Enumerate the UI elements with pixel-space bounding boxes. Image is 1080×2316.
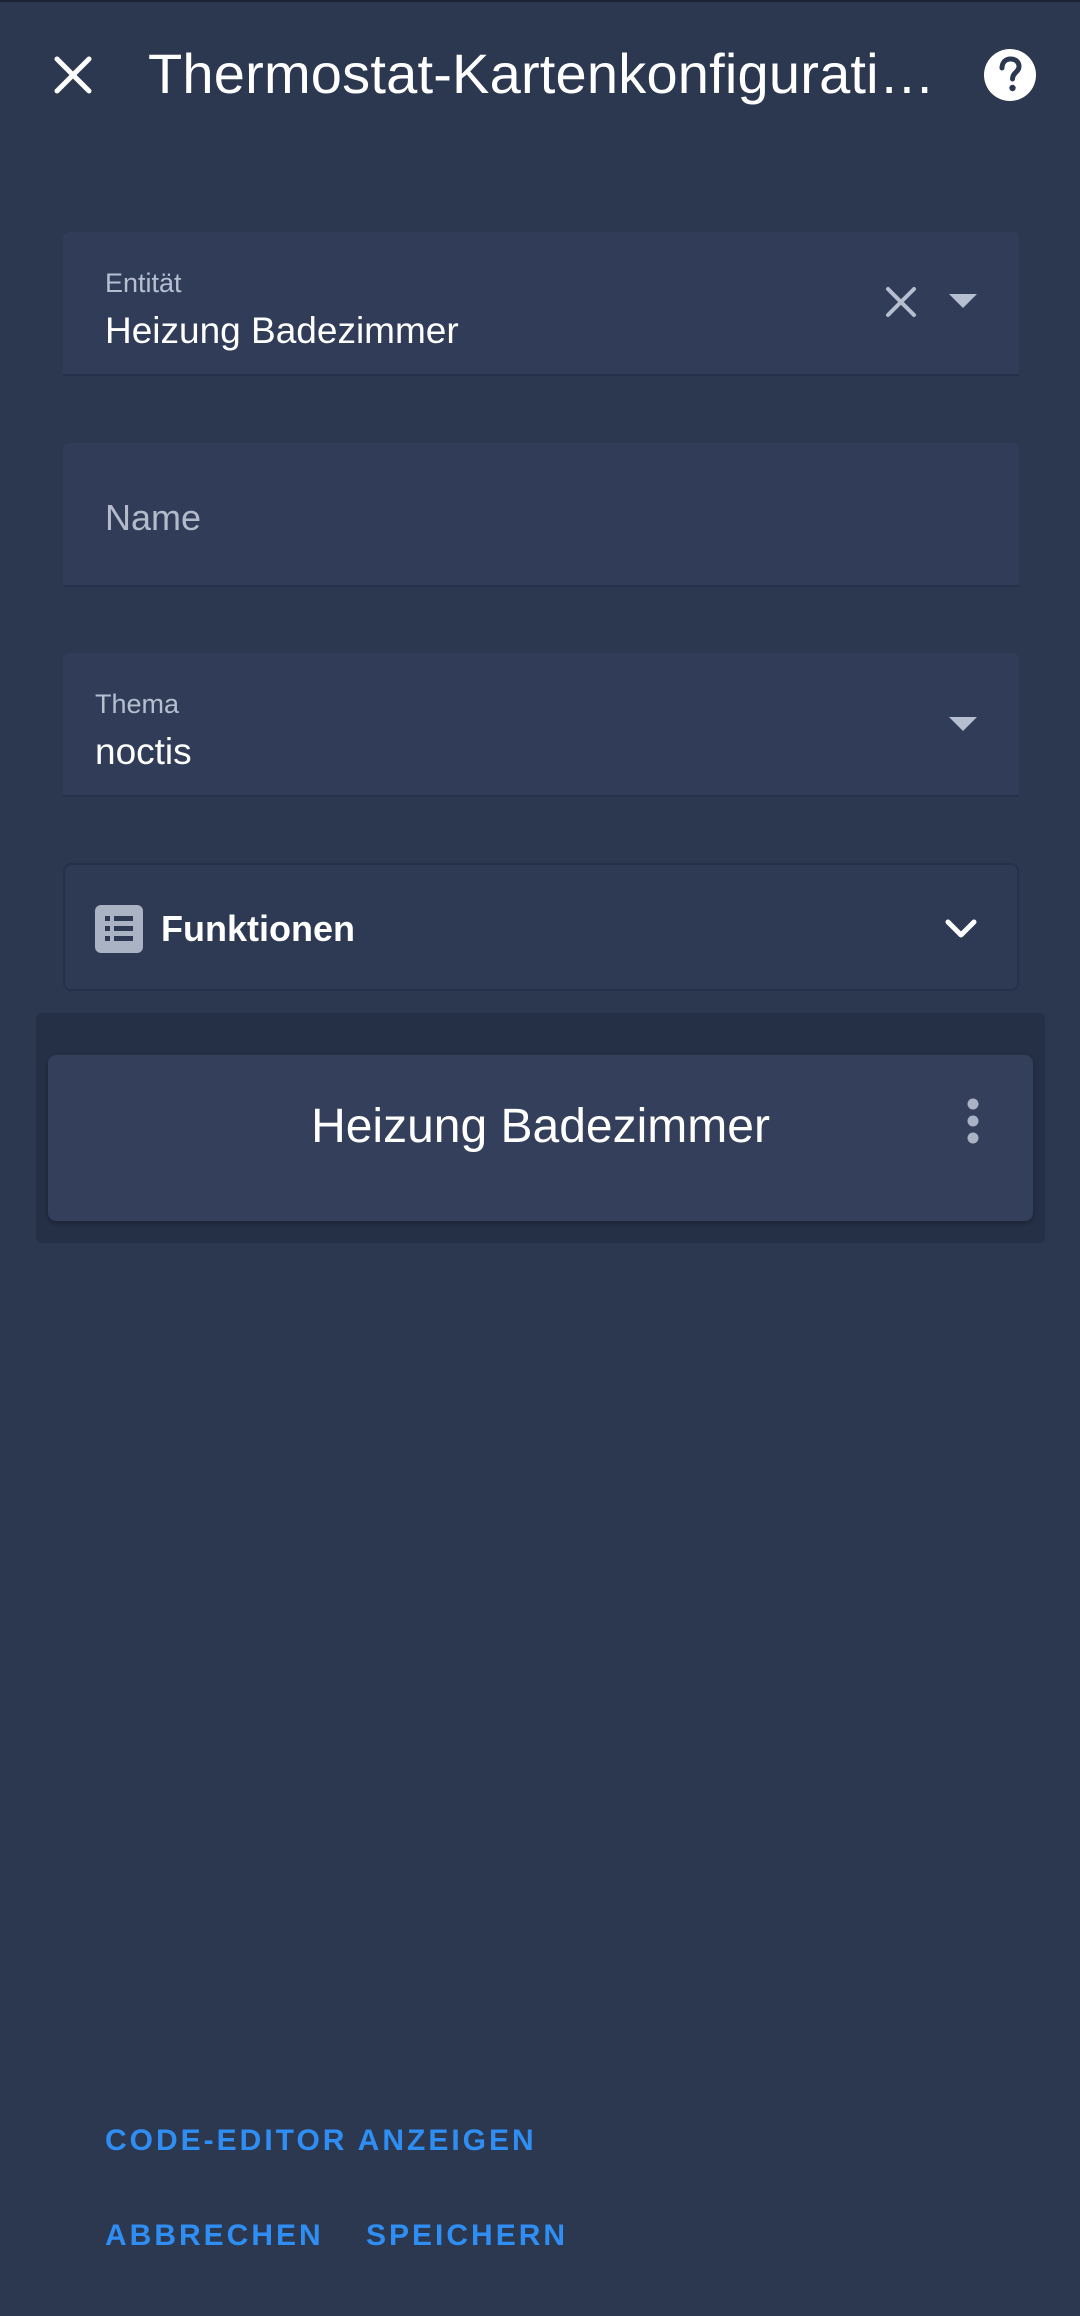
theme-select-label: Thema bbox=[95, 689, 180, 719]
clear-icon bbox=[886, 287, 916, 317]
dropdown-arrow-icon bbox=[949, 294, 977, 308]
help-icon bbox=[984, 49, 1036, 101]
entity-field-value[interactable]: Heizung Badezimmer bbox=[105, 310, 459, 352]
help-button[interactable] bbox=[975, 40, 1045, 110]
close-icon bbox=[54, 56, 92, 94]
list-icon bbox=[95, 905, 143, 953]
name-field-placeholder[interactable]: Name bbox=[105, 497, 201, 539]
theme-select-value: noctis bbox=[95, 731, 192, 772]
features-expander[interactable]: Funktionen bbox=[63, 863, 1019, 991]
entity-field[interactable]: Entität Heizung Badezimmer bbox=[63, 232, 1019, 376]
entity-dropdown-button[interactable] bbox=[935, 274, 991, 330]
entity-field-label: Entität bbox=[105, 268, 182, 298]
chevron-down-icon bbox=[945, 919, 977, 938]
card-menu-button[interactable] bbox=[953, 1091, 993, 1151]
save-button[interactable]: SPEICHERN bbox=[366, 2219, 568, 2253]
card-preview-area: Heizung Badezimmer bbox=[36, 1013, 1045, 1243]
expand-features-button[interactable] bbox=[933, 901, 989, 957]
cancel-button[interactable]: ABBRECHEN bbox=[105, 2219, 324, 2253]
dialog-header: Thermostat-Kartenkonfiguration bbox=[0, 0, 1080, 150]
features-label: Funktionen bbox=[161, 908, 355, 949]
more-vertical-icon bbox=[967, 1098, 979, 1144]
theme-dropdown-button[interactable] bbox=[935, 697, 991, 753]
show-code-editor-button[interactable]: CODE-EDITOR ANZEIGEN bbox=[105, 2124, 537, 2158]
dropdown-arrow-icon bbox=[949, 717, 977, 731]
thermostat-card-preview[interactable]: Heizung Badezimmer bbox=[48, 1055, 1033, 1221]
theme-select[interactable]: Thema noctis bbox=[63, 653, 1019, 797]
card-title: Heizung Badezimmer bbox=[311, 1100, 770, 1153]
close-button[interactable] bbox=[38, 40, 108, 110]
name-field[interactable]: Name bbox=[63, 443, 1019, 587]
dialog-title: Thermostat-Kartenkonfiguration bbox=[148, 42, 938, 105]
clear-entity-button[interactable] bbox=[873, 274, 929, 330]
